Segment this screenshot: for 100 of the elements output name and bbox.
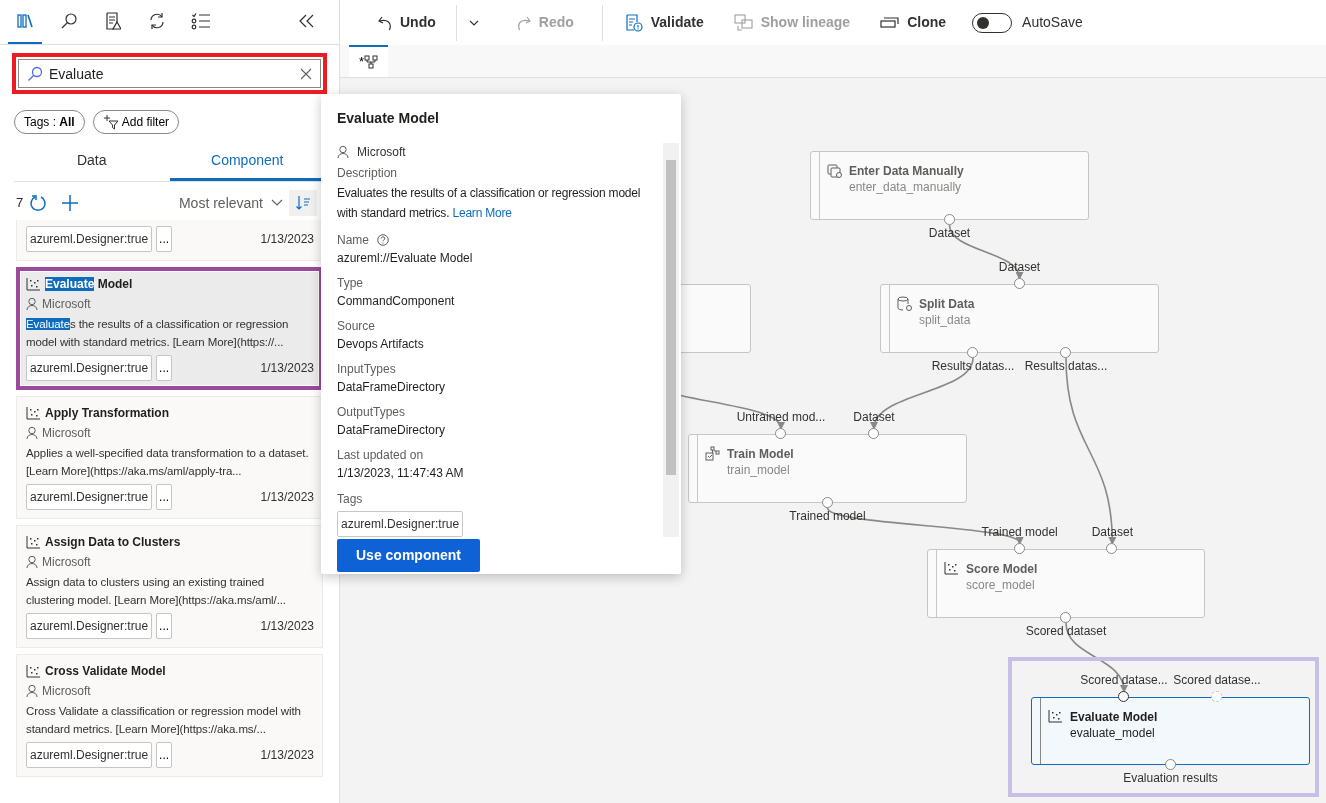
refresh-icon [148,12,166,30]
field-label: Last updated on [337,447,424,463]
search-icon [60,12,78,30]
input-port[interactable] [868,428,879,439]
use-component-button[interactable]: Use component [337,539,480,572]
table-icon [827,163,842,178]
node-name: enter_data_manually [849,179,963,195]
node-name: split_data [919,312,972,328]
input-port[interactable] [1013,543,1025,554]
field-value: 1/13/2023, 11:47:43 AM [337,465,465,481]
help-icon [377,234,389,246]
learn-more-link[interactable]: Learn More [452,206,512,220]
more-tags-button[interactable]: ... [156,613,173,639]
sort-dropdown[interactable]: Most relevant [172,192,289,214]
output-port[interactable] [821,497,833,508]
checklist-icon [191,12,211,30]
port-label: Trained model [789,509,866,523]
toolbar-button[interactable]: Clone [872,8,955,37]
component-title: Cross Validate Model [45,663,166,680]
library-icon [16,13,34,29]
toolbar-button[interactable]: Undo [370,8,444,37]
component-description: Cross Validate a classification or regression model with standard metrics. [Learn More](https://aka.ms/... [26,704,302,737]
add-filter-button[interactable]: Add filter [92,110,180,134]
clear-icon[interactable] [300,68,312,80]
input-port[interactable] [1118,691,1129,702]
port-label: Results datas... [931,359,1015,373]
scrollbar[interactable] [663,143,679,537]
output-port[interactable] [1060,347,1071,358]
model-icon [705,446,720,461]
component-card[interactable]: azureml.Designer:true ... 1/13/2023 [16,220,323,261]
pipeline-node[interactable]: Evaluate Model evaluate_model [1031,697,1310,765]
port-label: Scored datase... [1080,673,1168,687]
chart-icon [26,535,41,549]
add-icon[interactable] [61,194,80,212]
port-label: Scored dataset [1025,624,1107,638]
date-text: 1/13/2023 [260,747,314,764]
tag-chip: azureml.Designer:true [26,484,153,510]
more-tags-button[interactable]: ... [156,484,173,510]
component-title: Assign Data to Clusters [45,534,181,551]
date-text: 1/13/2023 [260,618,314,635]
field-label: Description [337,165,399,181]
port-label: Results datas... [1024,359,1108,373]
field-label: Source [337,318,376,334]
more-tags-button[interactable]: ... [156,355,173,381]
chart-icon [26,664,41,678]
output-port[interactable] [967,347,978,358]
report-icon [105,12,121,30]
output-port[interactable] [1060,612,1071,623]
node-name: train_model [727,462,791,478]
pipeline-icon [364,55,379,69]
port-label: Dataset [928,226,971,240]
caret-icon [468,19,479,26]
chart-icon [1048,709,1063,724]
pipeline-node[interactable]: Enter Data Manually enter_data_manually [810,151,1089,220]
pipeline-node[interactable]: Split Data split_data [880,284,1159,353]
tab[interactable]: Data [14,146,170,181]
field-value: CommandComponent [337,293,456,309]
field-label: Tags [337,491,364,507]
person-icon [26,555,38,569]
component-card[interactable]: Cross Validate Model Microsoft Cross Validate a classification or regression model with standard metrics. [Learn More](https://aka.ms/... azureml.Designer:true ... 1/13/2023 [16,654,323,777]
component-title: Apply Transformation [45,405,169,422]
lineage-icon [733,14,753,31]
clone-icon [880,17,900,28]
output-port[interactable] [943,214,955,225]
toolbar-button[interactable]: Validate [616,8,712,37]
date-text: 1/13/2023 [260,360,314,377]
node-name: score_model [966,577,1036,593]
pipeline-tab[interactable]: * [349,45,388,77]
date-text: 1/13/2023 [260,489,314,506]
port-label: Untrained mod... [736,410,826,424]
field-value: Devops Artifacts [337,336,425,352]
component-card[interactable]: Assign Data to Clusters Microsoft Assign data to clusters using an existing trained clustering model. [Learn More](https://aka.ms/aml/... azureml.Designer:true ... 1/13/2023 [16,525,323,648]
output-port[interactable] [1164,759,1176,770]
more-tags-button[interactable]: ... [156,742,173,768]
autosave-toggle[interactable] [972,12,1013,33]
author-text: Microsoft [42,554,91,571]
author-text: Microsoft [42,425,91,442]
tag-chip: azureml.Designer:true [337,511,464,537]
input-port[interactable] [1106,543,1118,554]
input-port[interactable] [1013,278,1025,289]
port-label: Dataset [998,260,1041,274]
more-tags-button[interactable]: ... [156,226,173,252]
node-title: Split Data [919,296,975,312]
popup-title: Evaluate Model [337,109,440,128]
sort-order-button[interactable] [289,190,317,216]
pipeline-node[interactable]: Score Model score_model [927,549,1205,618]
pipeline-node[interactable]: Train Model train_model [688,434,967,503]
input-port[interactable] [775,428,786,439]
refresh-icon[interactable] [29,194,48,212]
port-label: Dataset [853,410,895,424]
popup-description: Evaluates the results of a classification or regression model with standard metrics. Learn More [337,185,642,222]
component-card[interactable]: Apply Transformation Microsoft Applies a well-specified data transformation to a dataset. [Learn More](https://aka.ms/aml/apply-tra... azureml.Designer:true ... 1/13/2023 [16,396,323,519]
collapse-icon [297,13,315,29]
author-text: Microsoft [42,683,91,700]
search-field[interactable]: Evaluate [18,59,321,88]
field-value: DataFrameDirectory [337,379,447,395]
port-label: Scored datase... [1173,673,1261,687]
port-label: Trained model [981,525,1058,539]
field-label: Name [337,232,369,248]
filter-pill[interactable]: Tags : All [14,110,85,134]
